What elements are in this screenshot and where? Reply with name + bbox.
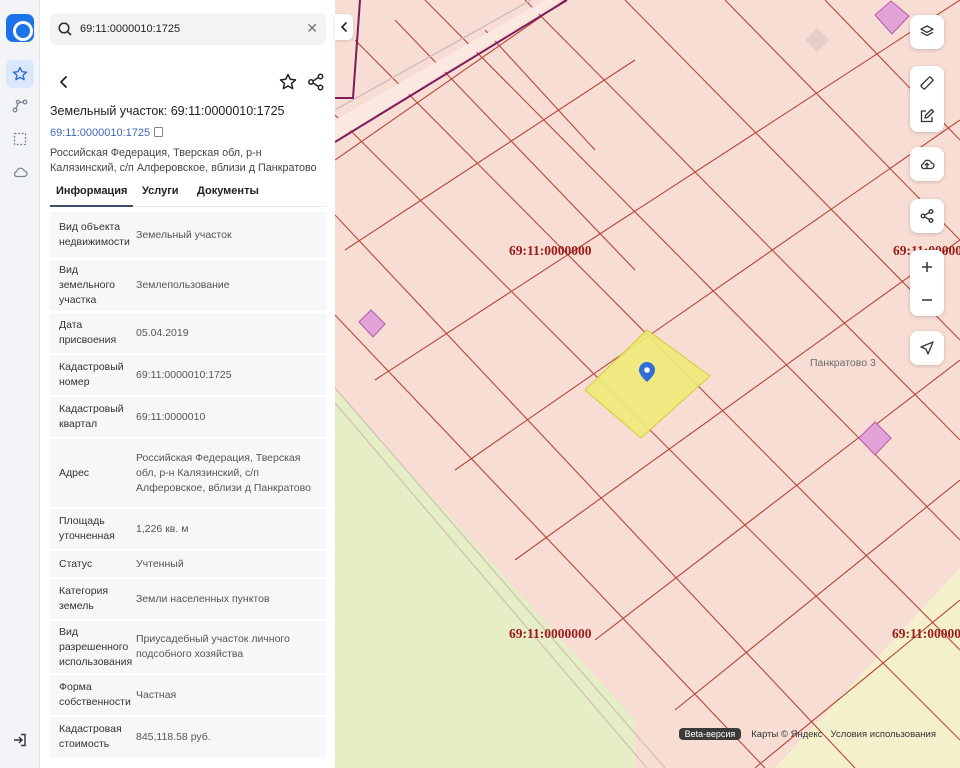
draw-tools [910, 66, 944, 132]
row-value: 05.04.2019 [136, 326, 189, 339]
star-icon[interactable] [6, 60, 34, 88]
share-icon [920, 209, 934, 223]
table-row: Форма собственности Частная [50, 675, 326, 715]
tab-documents[interactable]: Документы [197, 185, 259, 197]
row-value: 69:11:0000010 [136, 410, 206, 423]
row-label: Кадастровый номер [59, 361, 124, 388]
quarter-label: 69:11:0000000 [509, 626, 592, 641]
favorite-star-icon[interactable] [278, 72, 298, 92]
row-label: Кадастровая стоимость [59, 723, 122, 750]
zoom-controls [910, 250, 944, 316]
row-label: Дата присвоения [59, 319, 117, 346]
locate-button[interactable] [910, 331, 944, 365]
place-label: Панкратово 3 [810, 357, 876, 369]
zoom-in-icon[interactable] [919, 259, 935, 275]
map-share-button[interactable] [910, 199, 944, 233]
share-icon[interactable] [306, 72, 326, 92]
row-label: Вид земельного участка [59, 264, 115, 306]
cadastral-number: 69:11:0000010:1725 [50, 127, 151, 139]
collapse-panel-button[interactable] [335, 14, 353, 40]
tab-services[interactable]: Услуги [142, 185, 179, 197]
table-row: Кадастровый номер 69:11:0000010:1725 [50, 355, 326, 395]
row-value: Землепользование [136, 279, 230, 291]
info-table: Вид объекта недвижимости Земельный участо… [50, 212, 326, 759]
row-label: Адрес [59, 466, 90, 479]
quarter-label: 69:11:0000000 [892, 626, 960, 641]
table-row: Статус Учтенный [50, 551, 326, 577]
page-title: Земельный участок: 69:11:0000010:1725 [50, 104, 285, 118]
select-area-icon[interactable] [6, 125, 34, 153]
map-canvas[interactable] [335, 0, 960, 768]
layers-button[interactable] [910, 15, 944, 49]
row-label: Вид объекта недвижимости [59, 221, 130, 248]
maps-copyright[interactable]: Карты © Яндекс [751, 729, 822, 740]
locate-icon [920, 341, 934, 355]
logout-icon[interactable] [12, 732, 28, 748]
upload-icon [920, 159, 935, 170]
row-value: 69:11:0000010:1725 [136, 368, 232, 381]
table-row: Площадь уточненная 1,226 кв. м [50, 509, 326, 549]
edit-icon[interactable] [919, 108, 935, 124]
table-row: Вид объекта недвижимости Земельный участо… [50, 212, 326, 258]
ruler-icon[interactable] [919, 75, 935, 91]
search-input[interactable] [80, 19, 300, 39]
row-label: Форма собственности [59, 681, 131, 708]
row-value: Земельный участок [136, 228, 232, 241]
terms-link[interactable]: Условия использования [831, 729, 936, 740]
panel-toolbar [50, 70, 326, 94]
table-row: Вид разрешенного использования Приусадебн… [50, 621, 326, 673]
row-value: 1,226 кв. м [136, 522, 189, 535]
back-button[interactable] [54, 72, 74, 92]
map-attribution: Beta-версия Карты © Яндекс Условия испол… [678, 728, 936, 740]
row-label: Вид разрешенного использования [59, 625, 133, 668]
cadastral-number-link[interactable]: 69:11:0000010:1725 [50, 127, 164, 139]
tab-bar: Информация Услуги Документы [49, 182, 326, 207]
info-panel: ✕ Земельный участок: 69:11:0000010:1725 … [40, 0, 335, 768]
clear-search-icon[interactable]: ✕ [306, 20, 318, 36]
beta-badge: Beta-версия [678, 728, 742, 740]
table-row: Категория земель Земли населенных пунктов [50, 579, 326, 619]
search-icon[interactable] [57, 21, 73, 37]
table-row: Адрес Российская Федерация, Тверская обл,… [50, 439, 326, 507]
tab-information[interactable]: Информация [49, 185, 134, 207]
row-value: 845,118.58 руб. [136, 730, 211, 743]
table-row: Кадастровый квартал 69:11:0000010 [50, 397, 326, 437]
route-icon[interactable] [6, 92, 34, 120]
row-value: Учтенный [136, 557, 184, 570]
cloud-icon[interactable] [6, 158, 34, 186]
upload-button[interactable] [910, 147, 944, 181]
table-row: Кадастровая стоимость 845,118.58 руб. [50, 717, 326, 757]
cadastral-map[interactable]: 69:11:0000000 69:11:0000000 69:11:000000… [335, 0, 960, 768]
row-label: Кадастровый квартал [59, 403, 124, 430]
row-value: Частная [136, 688, 177, 701]
chevron-left-icon [340, 22, 347, 32]
logo-icon[interactable] [6, 14, 34, 42]
row-value: Российская Федерация, Тверская обл, р-н … [136, 451, 311, 494]
quarter-label: 69:11:0000000 [509, 243, 592, 258]
zoom-out-icon[interactable] [919, 292, 935, 308]
row-value: Приусадебный участок личного подсобного … [136, 633, 290, 660]
icon-rail [0, 0, 40, 768]
row-label: Категория земель [59, 585, 109, 612]
row-label: Площадь уточненная [59, 515, 115, 542]
row-value: Земли населенных пунктов [136, 592, 270, 605]
layers-icon [920, 25, 934, 37]
table-row: Дата присвоения 05.04.2019 [50, 313, 326, 353]
address-line: Российская Федерация, Тверская обл, р-н … [50, 147, 317, 174]
search-bar: ✕ [50, 13, 326, 45]
copy-icon[interactable] [154, 127, 164, 137]
row-label: Статус [59, 557, 93, 570]
table-row: Вид земельного участка Землепользование [50, 260, 326, 311]
